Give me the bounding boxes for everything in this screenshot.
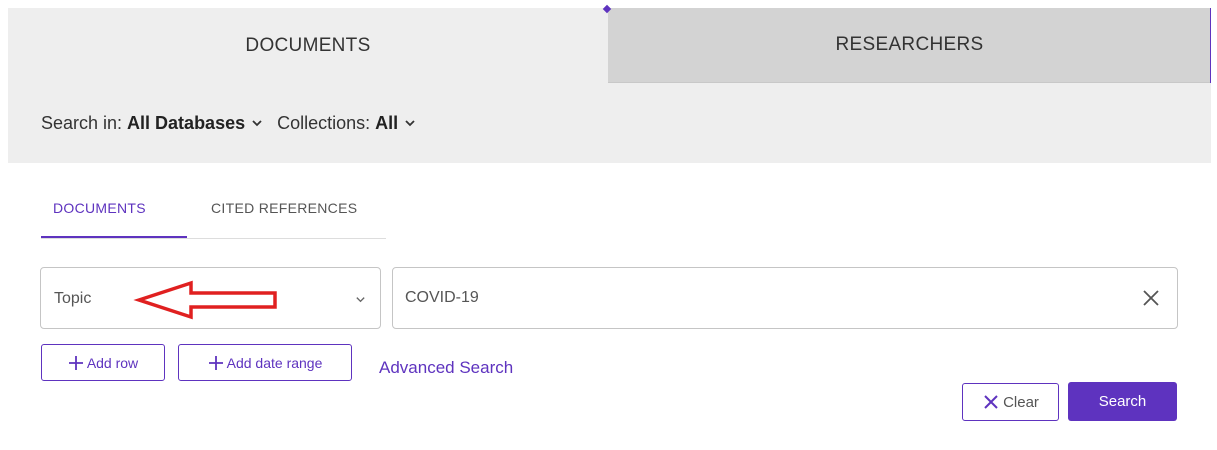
advanced-search-link[interactable]: Advanced Search: [379, 358, 513, 378]
search-button[interactable]: Search: [1068, 382, 1177, 421]
chevron-down-icon: [252, 120, 262, 127]
page: DOCUMENTS RESEARCHERS Search in: All Dat…: [0, 0, 1217, 450]
collections-label: Collections:: [277, 112, 371, 133]
add-row-button[interactable]: Add row: [41, 344, 165, 381]
add-date-range-label: Add date range: [226, 354, 323, 371]
red-arrow-annotation: [133, 280, 277, 320]
database-value: All Databases: [127, 112, 246, 133]
tab-researchers-label: RESEARCHERS: [835, 34, 984, 55]
search-in-label: Search in:: [41, 112, 123, 133]
search-field-select[interactable]: Topic: [40, 267, 381, 329]
tab-documents[interactable]: DOCUMENTS: [8, 8, 608, 83]
collections-value: All: [375, 112, 399, 133]
tab-researchers[interactable]: RESEARCHERS: [608, 8, 1211, 83]
subtab-cited-references[interactable]: CITED REFERENCES: [211, 200, 357, 238]
close-icon[interactable]: [1141, 288, 1161, 308]
clear-button[interactable]: Clear: [962, 383, 1059, 421]
subtab-documents[interactable]: DOCUMENTS: [41, 200, 187, 238]
plus-icon: [208, 355, 223, 370]
search-label: Search: [1098, 393, 1147, 410]
plus-icon: [68, 355, 83, 370]
query-input[interactable]: [405, 286, 1105, 310]
search-type-tabs: DOCUMENTS CITED REFERENCES: [41, 186, 386, 239]
database-selector[interactable]: Search in: All Databases: [41, 113, 263, 134]
tab-documents-label: DOCUMENTS: [245, 34, 371, 56]
search-in-bar: Search in: All Databases Collections: Al…: [8, 83, 1211, 163]
search-panel: DOCUMENTS RESEARCHERS Search in: All Dat…: [8, 4, 1211, 450]
close-icon: [984, 395, 998, 409]
query-input-box: [392, 267, 1178, 329]
chevron-down-icon: [356, 297, 365, 303]
search-field-value: Topic: [54, 290, 92, 307]
chevron-down-icon: [405, 120, 415, 127]
add-row-label: Add row: [86, 354, 139, 371]
collections-selector[interactable]: Collections: All: [277, 113, 416, 134]
clear-label: Clear: [1003, 393, 1039, 411]
add-date-range-button[interactable]: Add date range: [178, 344, 352, 381]
